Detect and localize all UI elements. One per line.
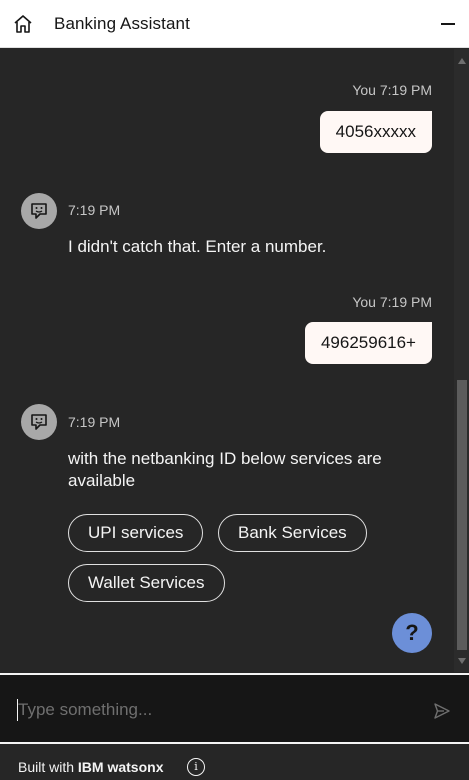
- sender-label: You: [352, 82, 376, 98]
- scroll-up-arrow-icon[interactable]: [458, 58, 466, 64]
- built-with-label: Built with IBM watsonx: [18, 759, 164, 775]
- header-title: Banking Assistant: [54, 14, 190, 33]
- scroll-down-arrow-icon[interactable]: [458, 658, 466, 664]
- footer: Built with IBM watsonx i: [0, 742, 469, 780]
- option-wallet-services[interactable]: Wallet Services: [68, 564, 225, 602]
- brand-name: IBM watsonx: [77, 759, 164, 775]
- message-input-area: [0, 673, 469, 742]
- minimize-icon[interactable]: [441, 23, 455, 25]
- chat-transcript: You 7:19 PM 4056xxxxx 7:19 PM I didn't c…: [0, 49, 469, 672]
- sender-label: You: [352, 294, 376, 310]
- chat-bot-icon: [31, 203, 47, 219]
- chat-header: Banking Assistant: [0, 0, 469, 48]
- scrollbar-thumb[interactable]: [457, 380, 467, 650]
- user-message-bubble: 4056xxxxx: [319, 111, 432, 153]
- option-bank-services[interactable]: Bank Services: [218, 514, 367, 552]
- send-icon[interactable]: [433, 702, 451, 720]
- option-upi-services[interactable]: UPI services: [68, 514, 204, 552]
- message-time: 7:19 PM: [379, 294, 432, 310]
- home-icon[interactable]: [13, 14, 33, 34]
- built-with-prefix: Built with: [18, 759, 78, 775]
- message-time: 7:19 PM: [68, 202, 121, 218]
- message-time: 7:19 PM: [379, 82, 432, 98]
- chat-scrollbar[interactable]: [454, 49, 469, 672]
- bot-message-text: with the netbanking ID below services ar…: [68, 449, 382, 490]
- user-message-meta: You 7:19 PM: [352, 82, 432, 98]
- message-time: 7:19 PM: [68, 414, 121, 430]
- chat-bot-icon: [31, 414, 47, 430]
- bot-avatar: [21, 193, 57, 229]
- help-button[interactable]: ?: [392, 613, 432, 653]
- message-input[interactable]: [18, 697, 408, 723]
- bot-message-text: I didn't catch that. Enter a number.: [68, 237, 327, 256]
- info-icon[interactable]: i: [187, 758, 205, 776]
- user-message-bubble: 496259616+: [304, 322, 432, 364]
- user-message-meta: You 7:19 PM: [352, 294, 432, 310]
- bot-avatar: [21, 404, 57, 440]
